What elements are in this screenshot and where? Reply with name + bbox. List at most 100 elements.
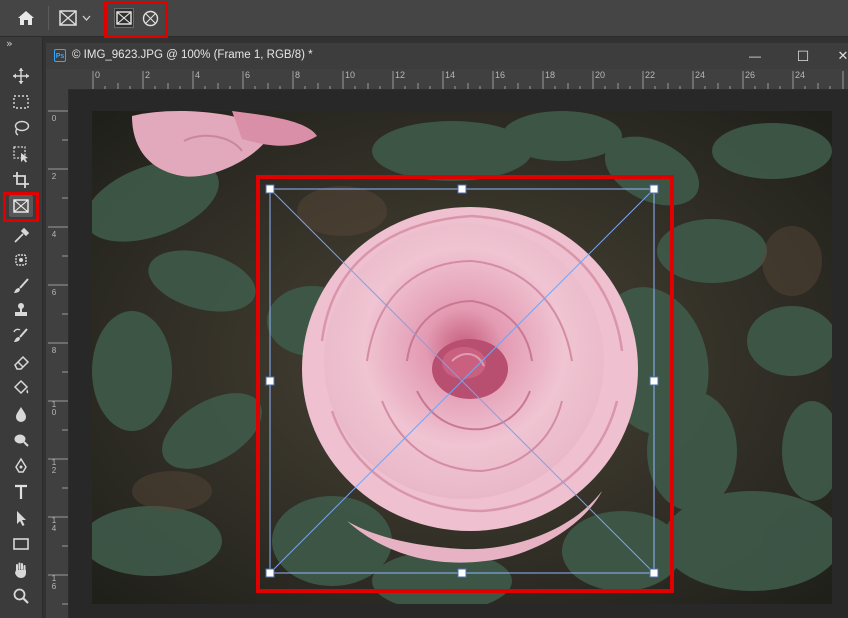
ruler-label: 12 xyxy=(395,70,406,80)
ps-file-badge: Ps xyxy=(54,49,66,62)
type-tool[interactable] xyxy=(9,481,33,503)
hand-icon xyxy=(15,562,26,578)
ruler-label: 6 xyxy=(245,70,251,80)
healing-tool[interactable] xyxy=(9,249,33,271)
pen-tool[interactable] xyxy=(9,455,33,477)
arrow-icon xyxy=(17,511,26,526)
frame-handle-left[interactable] xyxy=(265,376,275,386)
move-tool[interactable] xyxy=(9,65,33,87)
magnifier-icon xyxy=(13,588,29,604)
ruler-origin[interactable] xyxy=(46,69,69,90)
lasso-tool[interactable] xyxy=(9,117,33,139)
tool-preset-picker[interactable] xyxy=(58,7,102,29)
ruler-label: 8 xyxy=(295,70,301,80)
frame-shape-group xyxy=(108,4,164,32)
marquee-tool[interactable] xyxy=(9,91,33,113)
ruler-label: 0 xyxy=(51,114,57,123)
ruler-label: 4 xyxy=(195,70,201,80)
ruler-label: 26 xyxy=(745,70,756,80)
ruler-label: 10 xyxy=(345,70,356,80)
rectangle-frame-icon xyxy=(116,11,132,25)
frame-handle-bottom-right[interactable] xyxy=(649,568,659,578)
ruler-label: 18 xyxy=(545,70,556,80)
ruler-label: 1 4 xyxy=(51,516,57,533)
ruler-label: 2 xyxy=(145,70,151,80)
vertical-ruler[interactable]: 0 2 4 6 8 1 0 1 2 1 4 1 6 xyxy=(46,89,69,618)
dodge-tool[interactable] xyxy=(9,429,33,451)
move-icon xyxy=(13,68,29,84)
shape-tool[interactable] xyxy=(9,533,33,555)
crop-tool[interactable] xyxy=(9,169,33,191)
ruler-label: 16 xyxy=(495,70,506,80)
healing-icon xyxy=(15,254,27,266)
rectangle-icon xyxy=(13,538,29,550)
eraser-tool[interactable] xyxy=(9,351,33,373)
options-bar xyxy=(0,0,848,38)
brush-tool[interactable] xyxy=(9,275,33,297)
lasso-icon xyxy=(14,120,30,136)
frame-handle-top-right[interactable] xyxy=(649,184,659,194)
brush-icon xyxy=(14,278,29,293)
tools-panel: » xyxy=(0,37,43,618)
ruler-label: 2 xyxy=(51,172,57,181)
close-button[interactable]: ✕ xyxy=(832,46,848,66)
ellipse-frame-icon xyxy=(142,10,158,26)
eyedropper-tool[interactable] xyxy=(9,225,33,247)
drop-icon xyxy=(16,407,26,422)
eraser-icon xyxy=(14,355,30,370)
eyedropper-icon xyxy=(14,227,30,243)
frame-handle-top-left[interactable] xyxy=(265,184,275,194)
horizontal-ruler[interactable]: 0 2 4 6 8 10 12 14 16 18 20 22 24 26 24 xyxy=(68,69,848,90)
bucket-icon xyxy=(13,379,29,395)
image-canvas[interactable] xyxy=(92,111,832,604)
frame-tool[interactable] xyxy=(9,195,33,217)
ruler-label: 8 xyxy=(51,346,57,355)
dodge-icon xyxy=(14,434,29,447)
minimize-button[interactable]: — xyxy=(744,46,766,66)
rect-marquee-icon xyxy=(13,95,29,109)
blur-tool[interactable] xyxy=(9,403,33,425)
rectangle-frame-button[interactable] xyxy=(114,8,134,28)
ruler-label: 1 0 xyxy=(51,400,57,417)
pen-icon xyxy=(15,457,27,473)
history-brush-tool[interactable] xyxy=(9,325,33,347)
home-icon xyxy=(18,11,34,25)
ruler-label: 0 xyxy=(95,70,101,80)
zoom-tool[interactable] xyxy=(9,585,33,607)
ruler-label: 20 xyxy=(595,70,606,80)
ellipse-frame-button[interactable] xyxy=(140,8,160,28)
path-selection-tool[interactable] xyxy=(9,507,33,529)
object-selection-tool[interactable] xyxy=(9,143,33,165)
ruler-label: 14 xyxy=(445,70,456,80)
frame-icon xyxy=(13,199,29,213)
horizontal-ruler-ticks xyxy=(92,71,844,89)
frame-tool-icon xyxy=(59,10,77,26)
divider xyxy=(106,6,107,30)
paint-bucket-tool[interactable] xyxy=(9,377,33,399)
document-title[interactable]: © IMG_9623.JPG @ 100% (Frame 1, RGB/8) * xyxy=(72,49,313,61)
crop-icon xyxy=(13,172,29,188)
ruler-label: 22 xyxy=(645,70,656,80)
stamp-tool[interactable] xyxy=(9,299,33,321)
document-tab-bar: Ps © IMG_9623.JPG @ 100% (Frame 1, RGB/8… xyxy=(46,43,848,70)
frame-handle-bottom[interactable] xyxy=(457,568,467,578)
chevron-down-icon xyxy=(82,15,91,21)
hand-tool[interactable] xyxy=(9,559,33,581)
maximize-button[interactable]: ☐ xyxy=(792,46,814,66)
history-brush-icon xyxy=(13,328,28,342)
frame-handle-bottom-left[interactable] xyxy=(265,568,275,578)
ruler-label: 6 xyxy=(51,288,57,297)
object-select-icon xyxy=(13,146,28,163)
ruler-label: 1 2 xyxy=(51,458,57,475)
divider xyxy=(48,6,49,30)
collapse-toggle[interactable]: » xyxy=(6,37,13,50)
ruler-label: 4 xyxy=(51,230,57,239)
type-icon xyxy=(15,484,27,499)
frame-handle-top[interactable] xyxy=(457,184,467,194)
frame-overlay[interactable] xyxy=(92,111,832,604)
stamp-icon xyxy=(15,303,27,316)
frame-handle-right[interactable] xyxy=(649,376,659,386)
ruler-label: 24 xyxy=(795,70,806,80)
home-button[interactable] xyxy=(12,7,40,29)
ruler-label: 24 xyxy=(695,70,706,80)
